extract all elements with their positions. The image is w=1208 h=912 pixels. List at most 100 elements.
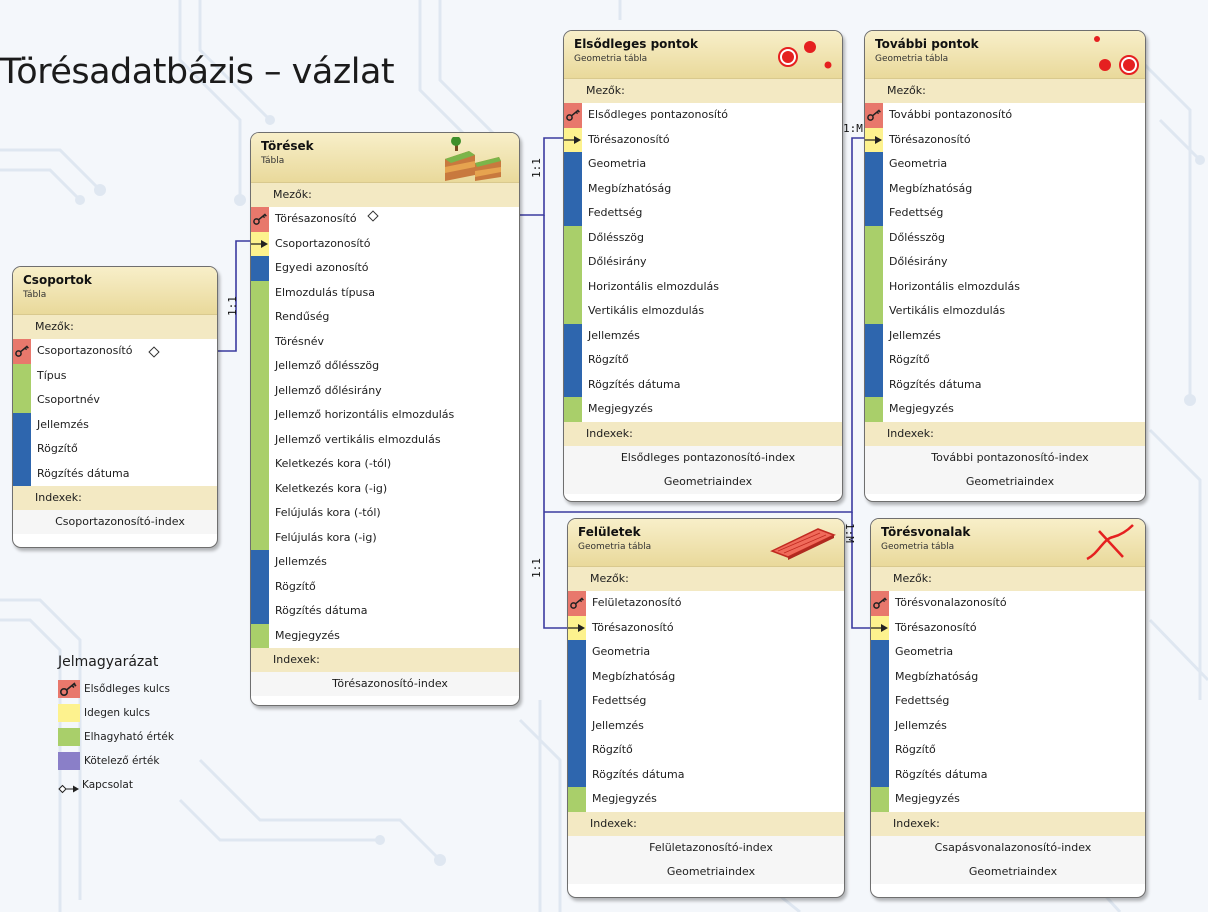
field-label: Jellemző dőlésszög	[275, 359, 380, 372]
index-row[interactable]: Csapásvonalazonosító-index	[871, 835, 1145, 860]
table-tovabbi-pontok[interactable]: További pontok Geometria tábla Mezők: To…	[864, 30, 1146, 502]
table-csoportok[interactable]: Csoportok Tábla Mezők: Csoportazonosító T…	[12, 266, 218, 548]
field-row[interactable]: Megbízhatóság	[568, 664, 844, 689]
field-row[interactable]: Horizontális elmozdulás	[564, 274, 842, 299]
field-row[interactable]: Fedettség	[865, 201, 1145, 226]
index-row[interactable]: Elsődleges pontazonosító-index	[564, 445, 842, 470]
field-row[interactable]: Törésazonosító	[564, 127, 842, 152]
index-row[interactable]: Geometriaindex	[564, 469, 842, 494]
field-row[interactable]: Megbízhatóság	[871, 664, 1145, 689]
field-row[interactable]: Vertikális elmozdulás	[564, 299, 842, 324]
field-row[interactable]: Rögzítés dátuma	[251, 599, 519, 624]
field-row[interactable]: Törésazonosító	[568, 615, 844, 640]
field-row[interactable]: Rögzítő	[568, 738, 844, 763]
field-label: Csoportnév	[37, 393, 100, 406]
field-row[interactable]: Fedettség	[564, 201, 842, 226]
field-row[interactable]: Megjegyzés	[871, 787, 1145, 812]
field-row[interactable]: Jellemzés	[564, 323, 842, 348]
table-toresvonalak[interactable]: Törésvonalak Geometria tábla Mezők: Töré…	[870, 518, 1146, 898]
field-label: Vertikális elmozdulás	[588, 304, 705, 317]
field-row[interactable]: Geometria	[568, 640, 844, 665]
table-toresek[interactable]: Törések Tábla Mezők: Törésazonosító Csopo…	[250, 132, 520, 706]
field-row[interactable]: Jellemzés	[251, 550, 519, 575]
field-row[interactable]: Keletkezés kora (-tól)	[251, 452, 519, 477]
field-row[interactable]: További pontazonosító	[865, 103, 1145, 128]
field-row[interactable]: Geometria	[564, 152, 842, 177]
field-row[interactable]: Rögzítő	[13, 437, 217, 462]
field-row[interactable]: Rögzítő	[865, 348, 1145, 373]
field-label: Rögzítő	[37, 442, 78, 455]
field-row[interactable]: Rögzítés dátuma	[871, 762, 1145, 787]
field-row[interactable]: Dőlésirány	[865, 250, 1145, 275]
index-row[interactable]: Geometriaindex	[871, 859, 1145, 884]
field-row[interactable]: Csoportnév	[13, 388, 217, 413]
field-row[interactable]: Rögzítő	[871, 738, 1145, 763]
field-row[interactable]: Jellemzés	[568, 713, 844, 738]
field-row[interactable]: Rögzítő	[251, 574, 519, 599]
field-row[interactable]: Megjegyzés	[251, 623, 519, 648]
field-row[interactable]: Csoportazonosító	[13, 339, 217, 364]
field-row[interactable]: Törésazonosító	[871, 615, 1145, 640]
field-row[interactable]: Rögzítés dátuma	[865, 372, 1145, 397]
field-row[interactable]: Felújulás kora (-ig)	[251, 525, 519, 550]
field-row[interactable]: Rögzítő	[564, 348, 842, 373]
field-row[interactable]: Felújulás kora (-tól)	[251, 501, 519, 526]
field-row[interactable]: Megbízhatóság	[564, 176, 842, 201]
field-row[interactable]: Jellemző dőlésirány	[251, 378, 519, 403]
field-row[interactable]: Törésnév	[251, 329, 519, 354]
field-type-strip	[251, 378, 269, 403]
field-row[interactable]: Jellemzés	[871, 713, 1145, 738]
field-row[interactable]: Jellemzés	[13, 412, 217, 437]
field-label: Felújulás kora (-ig)	[275, 530, 377, 544]
index-row[interactable]: Geometriaindex	[865, 469, 1145, 494]
field-row[interactable]: Jellemzés	[865, 323, 1145, 348]
index-row[interactable]: Felületazonosító-index	[568, 835, 844, 860]
indexes-section-header: Indexek:	[871, 811, 1145, 836]
field-list: További pontazonosító Törésazonosító Geome…	[865, 103, 1145, 422]
field-row[interactable]: Jellemző vertikális elmozdulás	[251, 427, 519, 452]
index-row[interactable]: További pontazonosító-index	[865, 445, 1145, 470]
field-row[interactable]: Horizontális elmozdulás	[865, 274, 1145, 299]
index-row[interactable]: Geometriaindex	[568, 859, 844, 884]
field-row[interactable]: Rögzítés dátuma	[568, 762, 844, 787]
field-row[interactable]: Dőlésszög	[564, 225, 842, 250]
field-row[interactable]: Megjegyzés	[564, 397, 842, 422]
field-row[interactable]: Elsődleges pontazonosító	[564, 103, 842, 128]
field-row[interactable]: Geometria	[871, 640, 1145, 665]
index-list: Törésazonosító-index	[251, 672, 519, 696]
index-row[interactable]: Csoportazonosító-index	[13, 510, 217, 534]
field-label: Vertikális elmozdulás	[889, 304, 1006, 317]
field-label: Rögzítő	[895, 743, 936, 756]
field-row[interactable]: Felületazonosító	[568, 591, 844, 616]
field-row[interactable]: Törésazonosító	[251, 207, 519, 232]
field-row[interactable]: Fedettség	[871, 689, 1145, 714]
field-row[interactable]: Geometria	[865, 152, 1145, 177]
field-label: Megjegyzés	[895, 792, 960, 805]
field-row[interactable]: Jellemző dőlésszög	[251, 354, 519, 379]
field-row[interactable]: Egyedi azonosító	[251, 256, 519, 281]
field-row[interactable]: Törésvonalazonosító	[871, 591, 1145, 616]
field-row[interactable]: Megjegyzés	[865, 397, 1145, 422]
field-type-strip	[865, 372, 883, 397]
field-row[interactable]: Csoportazonosító	[251, 231, 519, 256]
field-label: Egyedi azonosító	[275, 261, 369, 274]
field-row[interactable]: Dőlésirány	[564, 250, 842, 275]
field-type-strip	[564, 103, 582, 128]
field-row[interactable]: Rendűség	[251, 305, 519, 330]
field-row[interactable]: Dőlésszög	[865, 225, 1145, 250]
field-label: Fedettség	[895, 694, 950, 707]
field-row[interactable]: Vertikális elmozdulás	[865, 299, 1145, 324]
field-row[interactable]: Megbízhatóság	[865, 176, 1145, 201]
field-row[interactable]: Fedettség	[568, 689, 844, 714]
table-elsodleges-pontok[interactable]: Elsődleges pontok Geometria tábla Mezők:…	[563, 30, 843, 502]
field-row[interactable]: Jellemző horizontális elmozdulás	[251, 403, 519, 428]
field-row[interactable]: Rögzítés dátuma	[13, 461, 217, 486]
index-row[interactable]: Törésazonosító-index	[251, 672, 519, 696]
field-row[interactable]: Típus	[13, 363, 217, 388]
field-row[interactable]: Elmozdulás típusa	[251, 280, 519, 305]
table-feluletek[interactable]: Felületek Geometria tábla Mezők: Felület…	[567, 518, 845, 898]
field-row[interactable]: Rögzítés dátuma	[564, 372, 842, 397]
field-row[interactable]: Keletkezés kora (-ig)	[251, 476, 519, 501]
field-row[interactable]: Megjegyzés	[568, 787, 844, 812]
field-row[interactable]: Törésazonosító	[865, 127, 1145, 152]
